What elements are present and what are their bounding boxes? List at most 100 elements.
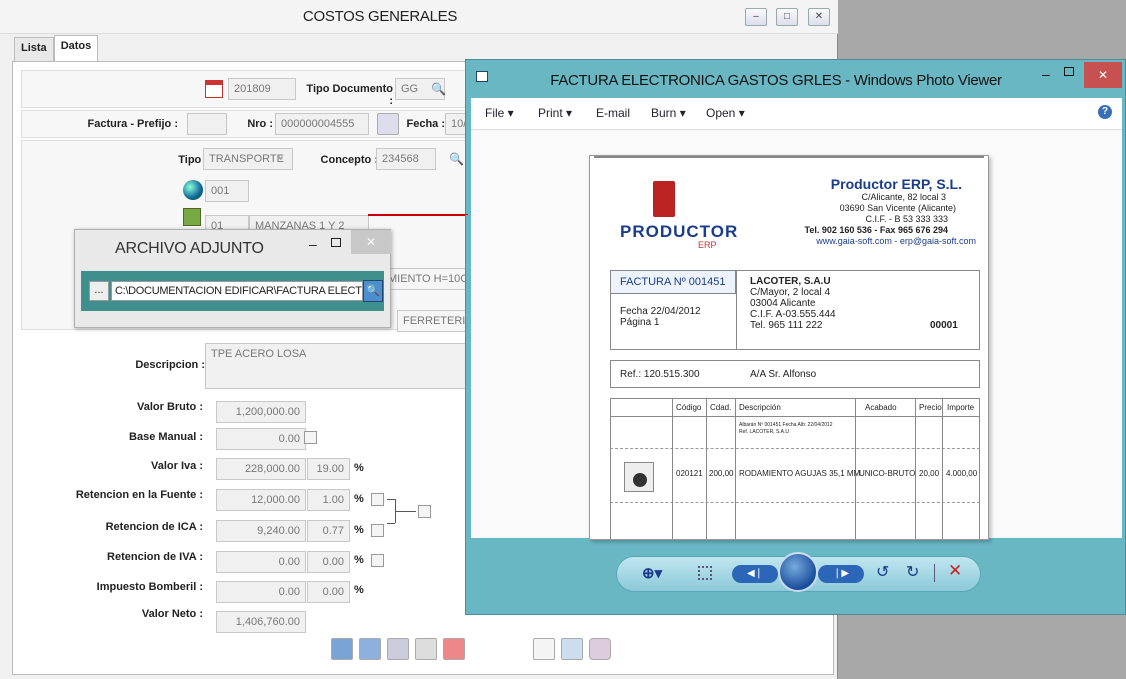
viewer-title: FACTURA ELECTRONICA GASTOS GRLES - Windo… <box>550 72 1002 89</box>
minimize-button[interactable]: – <box>745 8 767 26</box>
slideshow-icon[interactable] <box>778 552 818 592</box>
zoom-icon[interactable]: ⊕▾ <box>642 564 662 582</box>
client-addr1: C/Mayor, 2 local 4 <box>750 287 831 298</box>
retencion-fuente-label: Retencion en la Fuente : <box>75 489 203 501</box>
rotate-clockwise-icon[interactable]: ↻ <box>906 562 919 582</box>
albaran-note: Albarán Nº 001451 Fecha Alb: 22/04/2012 <box>739 422 833 428</box>
actual-size-icon[interactable] <box>698 566 712 580</box>
close-button[interactable]: ✕ <box>351 230 391 254</box>
retencion-ica-field[interactable]: 9,240.00 <box>216 520 306 542</box>
menu-email[interactable]: E-mail <box>596 106 630 120</box>
menu-print[interactable]: Print ▾ <box>538 106 572 120</box>
code1-field[interactable]: 001 <box>205 180 249 202</box>
concepto-field[interactable]: 234568 <box>376 148 436 170</box>
valor-iva-field[interactable]: 228,000.00 <box>216 458 306 480</box>
tab-datos[interactable]: Datos <box>53 35 99 61</box>
pct-symbol: % <box>354 524 364 536</box>
row-precio: 20,00 <box>919 469 940 478</box>
fecha-label: Fecha : <box>406 118 445 130</box>
archivo-adjunto-dialog: ARCHIVO ADJUNTO – ✕ ... C:\DOCUMENTACION… <box>74 229 391 328</box>
valor-bruto-label: Valor Bruto : <box>136 401 203 413</box>
col-header: Descripción <box>739 403 781 412</box>
calendar-icon[interactable] <box>205 80 223 98</box>
delete-icon[interactable]: ✕ <box>948 561 962 581</box>
path-input[interactable]: C:\DOCUMENTACION EDIFICAR\FACTURA ELECTR… <box>111 281 363 301</box>
col-header: Acabado <box>865 403 897 412</box>
retencion-fuente-checkbox[interactable] <box>371 493 384 506</box>
col-header: Código <box>676 403 702 412</box>
chevron-down-icon[interactable]: ∨ <box>277 152 284 163</box>
menu-file[interactable]: File ▾ <box>485 106 514 120</box>
pct-symbol: % <box>354 462 364 474</box>
rotate-counterclockwise-icon[interactable]: ↺ <box>876 562 889 582</box>
nro-field[interactable]: 000000004555 <box>275 113 369 135</box>
base-manual-field[interactable]: 0.00 <box>216 428 306 450</box>
photo-viewer-window: FACTURA ELECTRONICA GASTOS GRLES - Windo… <box>465 59 1126 615</box>
previous-icon[interactable]: ◀❘ <box>732 565 778 583</box>
delete-icon[interactable] <box>443 638 465 660</box>
productor-logo-icon <box>653 181 675 217</box>
close-button[interactable]: ✕ <box>808 8 830 26</box>
bracket-line <box>387 523 395 524</box>
col-rule <box>672 398 673 539</box>
search-icon[interactable]: 🔍 <box>449 152 464 166</box>
minimize-button[interactable]: – <box>309 236 317 252</box>
document-icon[interactable] <box>561 638 583 660</box>
base-manual-label: Base Manual : <box>129 431 203 443</box>
retencion-iva-pct-field[interactable]: 0.00 <box>307 551 350 573</box>
browse-button[interactable]: ... <box>89 281 109 301</box>
globe-icon <box>183 180 203 200</box>
bearing-icon <box>633 473 647 487</box>
tab-bar: Lista Datos <box>14 35 99 61</box>
row-codigo: 020121 <box>676 469 703 478</box>
search-icon[interactable]: 🔍 <box>431 82 446 96</box>
retencion-ica-checkbox[interactable] <box>371 524 384 537</box>
retencion-ica-pct-field[interactable]: 0.77 <box>307 520 350 542</box>
attach-icon[interactable] <box>533 638 555 660</box>
valor-iva-label: Valor Iva : <box>151 460 203 472</box>
help-icon[interactable]: ? <box>1098 105 1112 119</box>
maximize-button[interactable] <box>1064 67 1074 76</box>
prefijo-field[interactable] <box>187 113 227 135</box>
retencion-iva-checkbox[interactable] <box>371 554 384 567</box>
new-icon[interactable] <box>331 638 353 660</box>
row-descripcion: RODAMIENTO AGUJAS 35,1 MM <box>739 469 861 478</box>
camera-icon[interactable] <box>377 113 399 135</box>
next-icon[interactable]: ❘▶ <box>818 565 864 583</box>
menu-burn[interactable]: Burn ▾ <box>651 106 686 120</box>
impuesto-bomberil-field[interactable]: 0.00 <box>216 581 306 603</box>
valor-bruto-field[interactable]: 1,200,000.00 <box>216 401 306 423</box>
row-acabado: UNICO-BRUTO <box>859 469 916 478</box>
maximize-button[interactable] <box>331 238 341 247</box>
valor-neto-field[interactable]: 1,406,760.00 <box>216 611 306 633</box>
iva-pct-field[interactable]: 19.00 <box>307 458 350 480</box>
retencion-fuente-pct-field[interactable]: 1.00 <box>307 489 350 511</box>
nro-label: Nro : <box>247 118 273 130</box>
undo-icon[interactable] <box>415 638 437 660</box>
minimize-button[interactable]: – <box>1042 66 1050 82</box>
menu-open[interactable]: Open ▾ <box>706 106 745 120</box>
search-icon[interactable]: 🔍 <box>363 280 383 302</box>
diamond-icon[interactable] <box>589 638 611 660</box>
company-addr1: C/Alicante, 82 local 3 <box>861 192 946 202</box>
ref-text: Ref.: 120.515.300 <box>620 369 700 380</box>
invoice-document: PRODUCTOR ERP Productor ERP, S.L. C/Alic… <box>589 155 989 540</box>
period-field[interactable]: 201809 <box>228 78 296 100</box>
retencion-iva-field[interactable]: 0.00 <box>216 551 306 573</box>
maximize-button[interactable]: □ <box>776 8 798 26</box>
factura-number: FACTURA Nº 001451 <box>620 276 726 288</box>
edit-icon[interactable] <box>359 638 381 660</box>
pct-symbol: % <box>354 493 364 505</box>
descripcion-field[interactable]: TPE ACERO LOSA <box>205 343 479 389</box>
impuesto-bomberil-pct-field[interactable]: 0.00 <box>307 581 350 603</box>
table-row-rule <box>610 502 980 503</box>
pct-symbol: % <box>354 554 364 566</box>
tab-lista[interactable]: Lista <box>14 37 54 61</box>
retencion-fuente-field[interactable]: 12,000.00 <box>216 489 306 511</box>
combined-checkbox[interactable] <box>418 505 431 518</box>
company-web: www.gaia-soft.com - erp@gaia-soft.com <box>816 236 976 246</box>
close-button[interactable]: ✕ <box>1084 62 1122 88</box>
client-cif: C.I.F. A-03.555.444 <box>750 309 836 320</box>
save-icon[interactable] <box>387 638 409 660</box>
base-manual-checkbox[interactable] <box>304 431 317 444</box>
